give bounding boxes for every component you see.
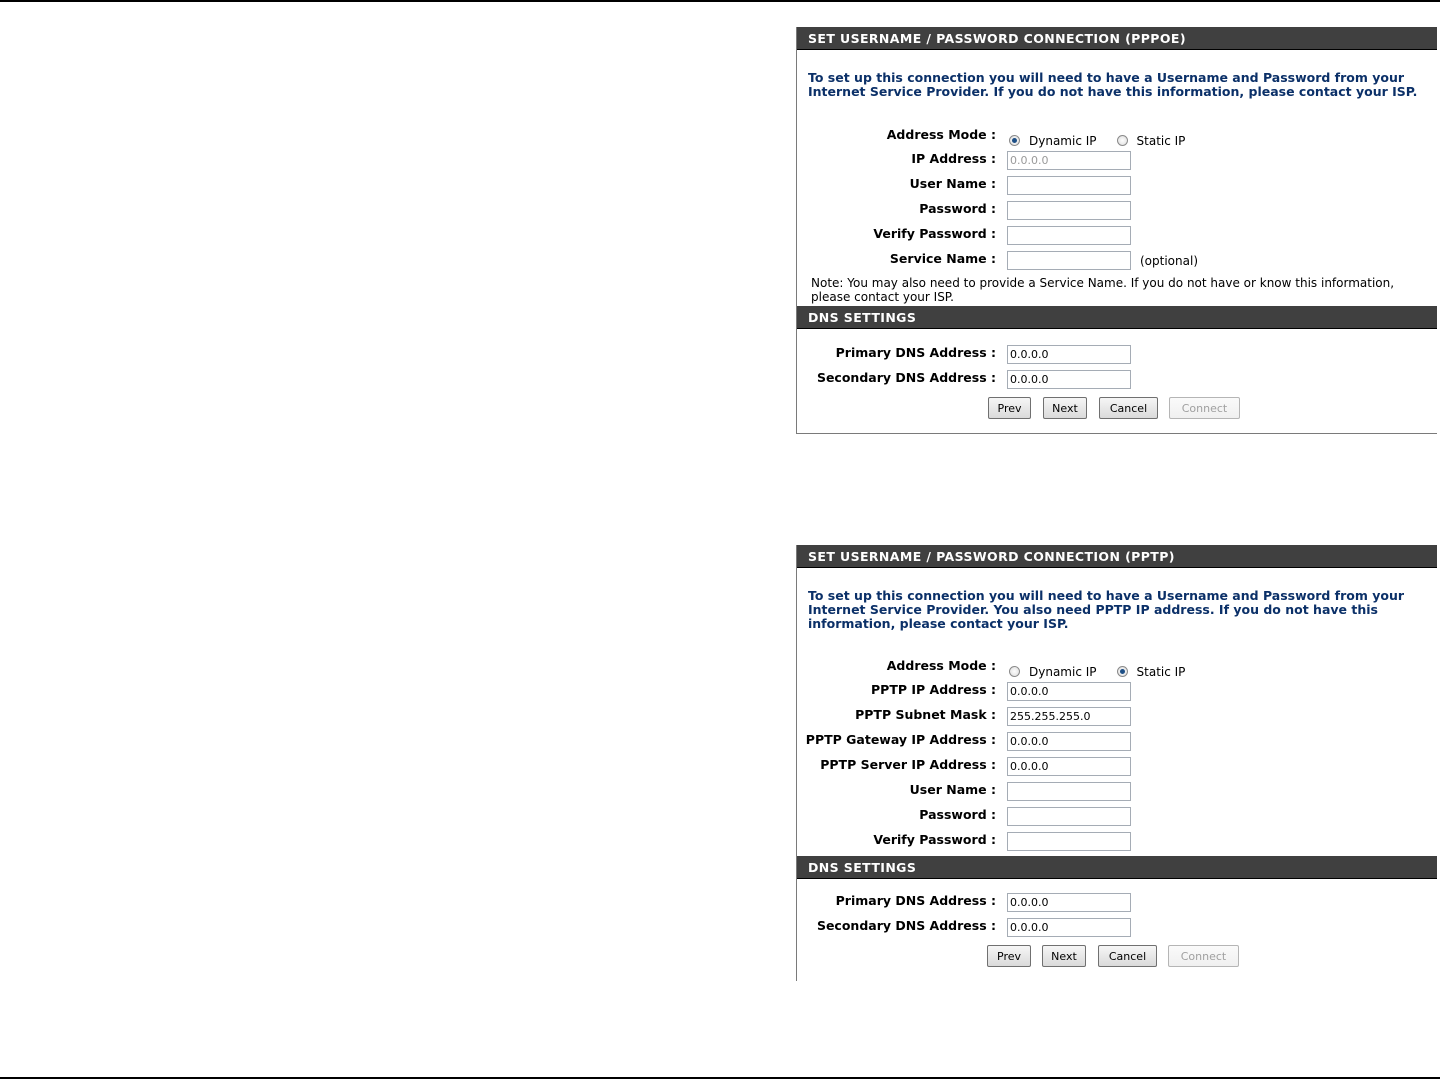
service-name-input[interactable]: [1007, 251, 1131, 270]
verify-password-input[interactable]: [1007, 832, 1131, 851]
password-label: Password :: [919, 201, 996, 216]
dynamic-ip-radio-label[interactable]: Dynamic IP: [1029, 665, 1097, 679]
secondary-dns-input[interactable]: [1007, 918, 1131, 937]
secondary-dns-input[interactable]: [1007, 370, 1131, 389]
password-label: Password :: [919, 807, 996, 822]
cancel-button[interactable]: Cancel: [1099, 397, 1158, 419]
ip-address-label: IP Address :: [911, 151, 996, 166]
primary-dns-label: Primary DNS Address :: [835, 345, 996, 360]
user-name-input[interactable]: [1007, 782, 1131, 801]
pppoe-password-row: Password :: [797, 201, 1437, 221]
pptp-server-label: PPTP Server IP Address :: [820, 757, 996, 772]
pptp-button-bar: Prev Next Cancel Connect: [797, 945, 1437, 967]
pptp-server-row: PPTP Server IP Address :: [797, 757, 1437, 777]
secondary-dns-label: Secondary DNS Address :: [816, 370, 996, 385]
optional-hint: (optional): [1140, 254, 1198, 268]
pptp-subnet-mask-input[interactable]: [1007, 707, 1131, 726]
dynamic-ip-radio-label[interactable]: Dynamic IP: [1029, 134, 1097, 148]
static-ip-radio-label[interactable]: Static IP: [1137, 134, 1186, 148]
pptp-ip-address-label: PPTP IP Address :: [871, 682, 996, 697]
radio-selected-icon[interactable]: [1116, 666, 1128, 677]
bottom-rule: [0, 1077, 1440, 1079]
pptp-password-row: Password :: [797, 807, 1437, 827]
pppoe-address-mode-row: Address Mode : Dynamic IP Static IP: [797, 127, 1437, 148]
service-name-label: Service Name :: [889, 251, 996, 266]
static-ip-radio-label[interactable]: Static IP: [1137, 665, 1186, 679]
verify-password-label: Verify Password :: [873, 226, 996, 241]
connect-button[interactable]: Connect: [1168, 945, 1239, 967]
radio-unselected-icon[interactable]: [1009, 666, 1020, 677]
pptp-verify-password-row: Verify Password :: [797, 832, 1437, 852]
pptp-gateway-label: PPTP Gateway IP Address :: [805, 732, 996, 747]
password-input[interactable]: [1007, 201, 1131, 220]
pppoe-service-name-row: Service Name : (optional): [797, 251, 1437, 271]
pptp-primary-dns-row: Primary DNS Address :: [797, 893, 1437, 913]
address-mode-radio-group: Dynamic IP Static IP: [1009, 661, 1205, 679]
connect-button[interactable]: Connect: [1169, 397, 1240, 419]
secondary-dns-label: Secondary DNS Address :: [816, 918, 996, 933]
pppoe-panel: SET USERNAME / PASSWORD CONNECTION (PPPO…: [796, 27, 1437, 434]
pppoe-button-bar: Prev Next Cancel Connect: [797, 397, 1437, 419]
primary-dns-input[interactable]: [1007, 893, 1131, 912]
address-mode-label: Address Mode :: [886, 658, 996, 673]
pppoe-intro-text: To set up this connection you will need …: [808, 70, 1418, 99]
password-input[interactable]: [1007, 807, 1131, 826]
service-name-note: Note: You may also need to provide a Ser…: [811, 276, 1395, 304]
user-name-label: User Name :: [909, 782, 996, 797]
prev-button[interactable]: Prev: [987, 945, 1031, 967]
ip-address-input[interactable]: [1007, 151, 1131, 170]
pptp-section-header: SET USERNAME / PASSWORD CONNECTION (PPTP…: [797, 545, 1437, 568]
next-button[interactable]: Next: [1042, 945, 1086, 967]
pptp-secondary-dns-row: Secondary DNS Address :: [797, 918, 1437, 938]
pptp-server-input[interactable]: [1007, 757, 1131, 776]
address-mode-label: Address Mode :: [886, 127, 996, 142]
pppoe-verify-password-row: Verify Password :: [797, 226, 1437, 246]
verify-password-input[interactable]: [1007, 226, 1131, 245]
pppoe-dns-settings-header: DNS SETTINGS: [797, 306, 1437, 329]
pppoe-user-name-row: User Name :: [797, 176, 1437, 196]
pptp-address-mode-row: Address Mode : Dynamic IP Static IP: [797, 658, 1437, 679]
primary-dns-label: Primary DNS Address :: [835, 893, 996, 908]
pptp-intro-text: To set up this connection you will need …: [808, 588, 1405, 631]
user-name-input[interactable]: [1007, 176, 1131, 195]
primary-dns-input[interactable]: [1007, 345, 1131, 364]
top-rule: [0, 0, 1440, 2]
next-button[interactable]: Next: [1043, 397, 1087, 419]
pptp-user-name-row: User Name :: [797, 782, 1437, 802]
pptp-panel: SET USERNAME / PASSWORD CONNECTION (PPTP…: [796, 545, 1437, 981]
pppoe-primary-dns-row: Primary DNS Address :: [797, 345, 1437, 365]
pptp-dns-settings-header: DNS SETTINGS: [797, 856, 1437, 879]
address-mode-radio-group: Dynamic IP Static IP: [1009, 130, 1205, 148]
cancel-button[interactable]: Cancel: [1098, 945, 1157, 967]
pptp-subnet-mask-row: PPTP Subnet Mask :: [797, 707, 1437, 727]
user-name-label: User Name :: [909, 176, 996, 191]
pptp-ip-address-row: PPTP IP Address :: [797, 682, 1437, 702]
radio-selected-icon[interactable]: [1009, 135, 1020, 146]
pptp-gateway-input[interactable]: [1007, 732, 1131, 751]
pptp-gateway-row: PPTP Gateway IP Address :: [797, 732, 1437, 752]
pppoe-secondary-dns-row: Secondary DNS Address :: [797, 370, 1437, 390]
verify-password-label: Verify Password :: [873, 832, 996, 847]
radio-unselected-icon[interactable]: [1116, 135, 1128, 146]
pppoe-ip-address-row: IP Address :: [797, 151, 1437, 171]
pppoe-section-header: SET USERNAME / PASSWORD CONNECTION (PPPO…: [797, 27, 1437, 50]
pptp-subnet-mask-label: PPTP Subnet Mask :: [855, 707, 996, 722]
pptp-ip-address-input[interactable]: [1007, 682, 1131, 701]
prev-button[interactable]: Prev: [988, 397, 1031, 419]
